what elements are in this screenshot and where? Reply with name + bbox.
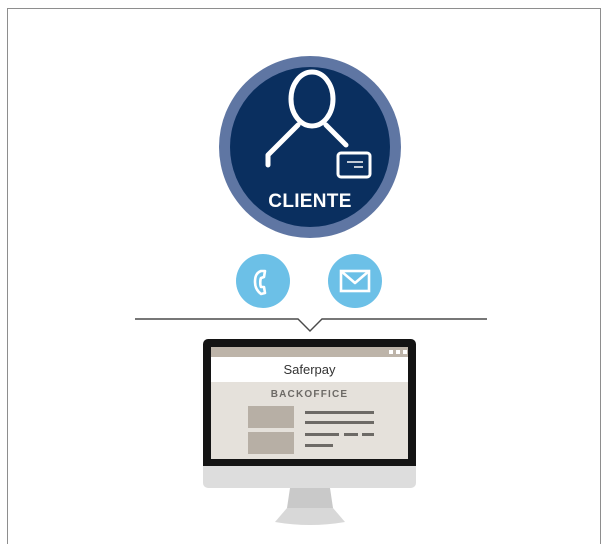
monitor-stand: [275, 488, 345, 525]
